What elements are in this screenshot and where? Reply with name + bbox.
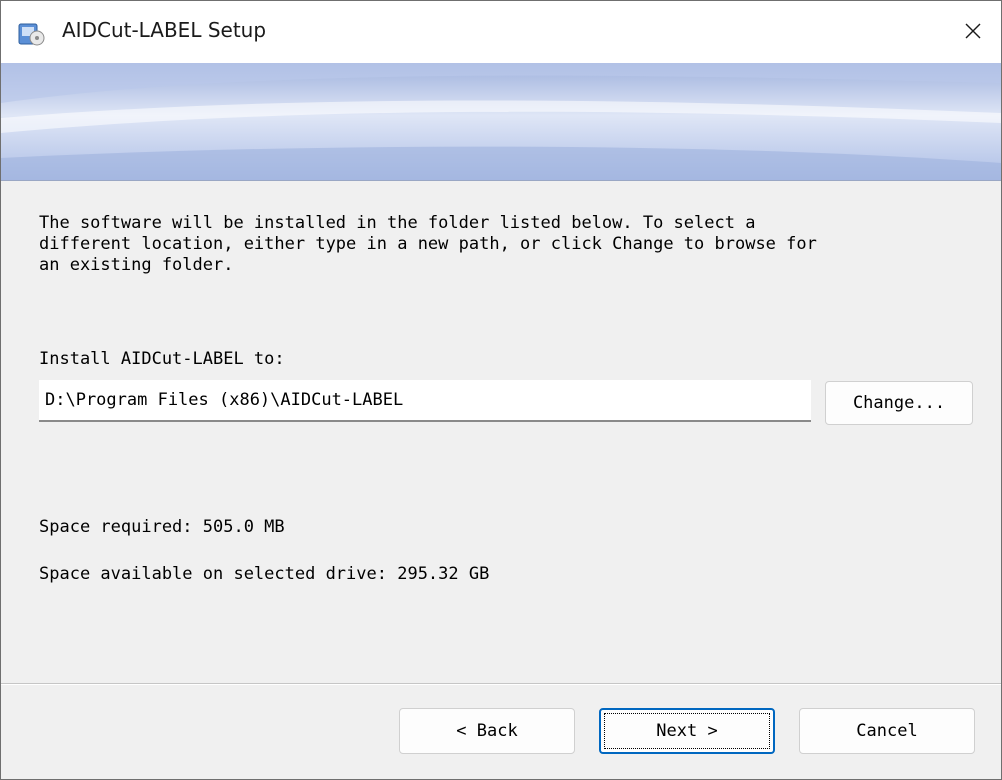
back-button-label: < Back bbox=[456, 721, 518, 741]
cancel-button-label: Cancel bbox=[856, 721, 918, 741]
install-location-label: Install AIDCut-LABEL to: bbox=[39, 349, 285, 369]
title-bar: AIDCut-LABEL Setup bbox=[1, 1, 1001, 63]
back-button[interactable]: < Back bbox=[399, 708, 575, 754]
change-button-label: Change... bbox=[852, 393, 946, 413]
banner-swoosh-graphic bbox=[1, 63, 1001, 180]
next-button[interactable]: Next > bbox=[599, 708, 775, 754]
installer-icon bbox=[18, 21, 46, 47]
content-area: The software will be installed in the fo… bbox=[1, 181, 1001, 681]
footer-separator bbox=[1, 683, 1001, 685]
setup-window: AIDCut-LABEL Setup The software will be … bbox=[0, 0, 1002, 780]
cancel-button[interactable]: Cancel bbox=[799, 708, 975, 754]
header-banner bbox=[1, 63, 1001, 181]
window-title: AIDCut-LABEL Setup bbox=[62, 18, 267, 42]
next-button-label: Next > bbox=[656, 721, 718, 741]
close-button[interactable] bbox=[953, 13, 993, 53]
install-path-input[interactable] bbox=[39, 380, 811, 422]
close-icon bbox=[964, 22, 982, 44]
space-required-text: Space required: 505.0 MB bbox=[39, 517, 285, 537]
change-button[interactable]: Change... bbox=[825, 381, 973, 425]
instructions-text: The software will be installed in the fo… bbox=[39, 213, 817, 275]
space-available-text: Space available on selected drive: 295.3… bbox=[39, 564, 490, 584]
